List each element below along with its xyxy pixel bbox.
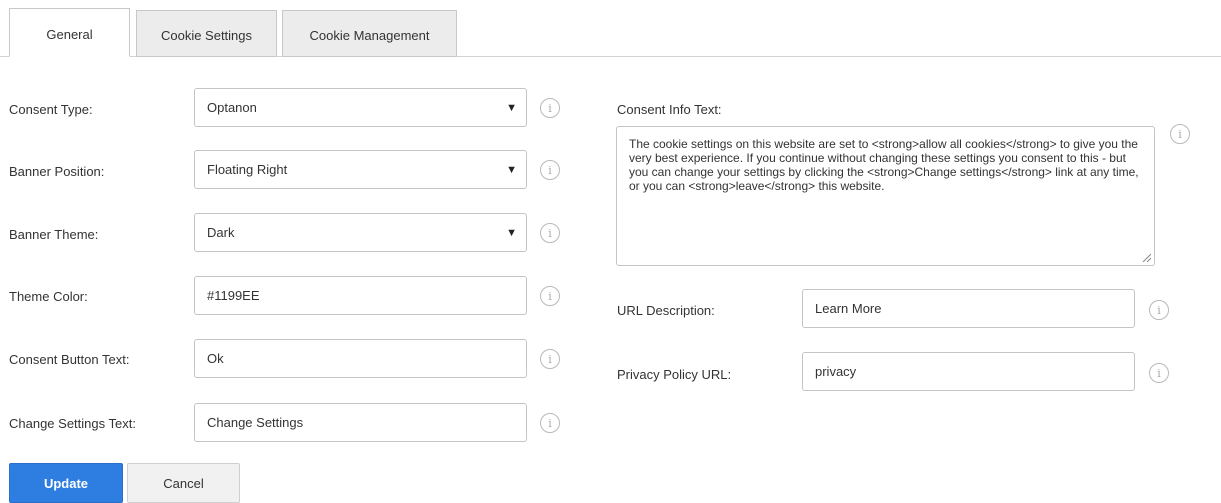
url-description-value: Learn More	[815, 301, 882, 316]
info-icon[interactable]: i	[540, 349, 560, 369]
consent-button-text-label: Consent Button Text:	[9, 352, 130, 367]
chevron-down-icon: ▼	[506, 226, 517, 239]
info-icon[interactable]: i	[540, 413, 560, 433]
url-description-label: URL Description:	[617, 303, 715, 318]
info-icon[interactable]: i	[540, 223, 560, 243]
banner-theme-select[interactable]: Dark ▼	[194, 213, 527, 252]
consent-type-value: Optanon	[207, 100, 257, 115]
consent-type-select[interactable]: Optanon ▼	[194, 88, 527, 127]
consent-button-text-value: Ok	[207, 351, 224, 366]
privacy-policy-url-input[interactable]: privacy	[802, 352, 1135, 391]
tab-cookie-settings-label: Cookie Settings	[160, 28, 253, 43]
url-description-input[interactable]: Learn More	[802, 289, 1135, 328]
banner-theme-label: Banner Theme:	[9, 227, 99, 242]
info-icon[interactable]: i	[540, 286, 560, 306]
banner-theme-value: Dark	[207, 225, 235, 240]
cancel-button[interactable]: Cancel	[127, 463, 240, 503]
banner-position-value: Floating Right	[207, 162, 288, 177]
info-icon[interactable]: i	[1170, 124, 1190, 144]
chevron-down-icon: ▼	[506, 101, 517, 114]
consent-info-text-label: Consent Info Text:	[617, 102, 722, 117]
info-icon[interactable]: i	[540, 98, 560, 118]
consent-info-textarea[interactable]: The cookie settings on this website are …	[616, 126, 1155, 266]
banner-position-label: Banner Position:	[9, 164, 105, 179]
privacy-policy-url-label: Privacy Policy URL:	[617, 367, 732, 382]
consent-type-label: Consent Type:	[9, 102, 93, 117]
chevron-down-icon: ▼	[506, 163, 517, 176]
change-settings-text-input[interactable]: Change Settings	[194, 403, 527, 442]
info-icon[interactable]: i	[1149, 363, 1169, 383]
consent-info-text-value: The cookie settings on this website are …	[629, 137, 1139, 193]
resize-grip-icon[interactable]	[1142, 253, 1151, 262]
consent-button-text-input[interactable]: Ok	[194, 339, 527, 378]
change-settings-text-label: Change Settings Text:	[9, 416, 136, 431]
tab-general[interactable]: General	[9, 8, 130, 57]
update-button[interactable]: Update	[9, 463, 123, 503]
theme-color-label: Theme Color:	[9, 289, 88, 304]
info-icon[interactable]: i	[540, 160, 560, 180]
banner-position-select[interactable]: Floating Right ▼	[194, 150, 527, 189]
privacy-policy-url-value: privacy	[815, 364, 857, 379]
theme-color-value: #1199EE	[207, 288, 260, 303]
tab-cookie-settings[interactable]: Cookie Settings	[136, 10, 277, 57]
tab-cookie-management-label: Cookie Management	[309, 28, 430, 43]
change-settings-text-value: Change Settings	[207, 415, 304, 430]
tab-general-label: General	[46, 27, 93, 42]
info-icon[interactable]: i	[1149, 300, 1169, 320]
tab-cookie-management[interactable]: Cookie Management	[282, 10, 457, 57]
theme-color-input[interactable]: #1199EE	[194, 276, 527, 315]
